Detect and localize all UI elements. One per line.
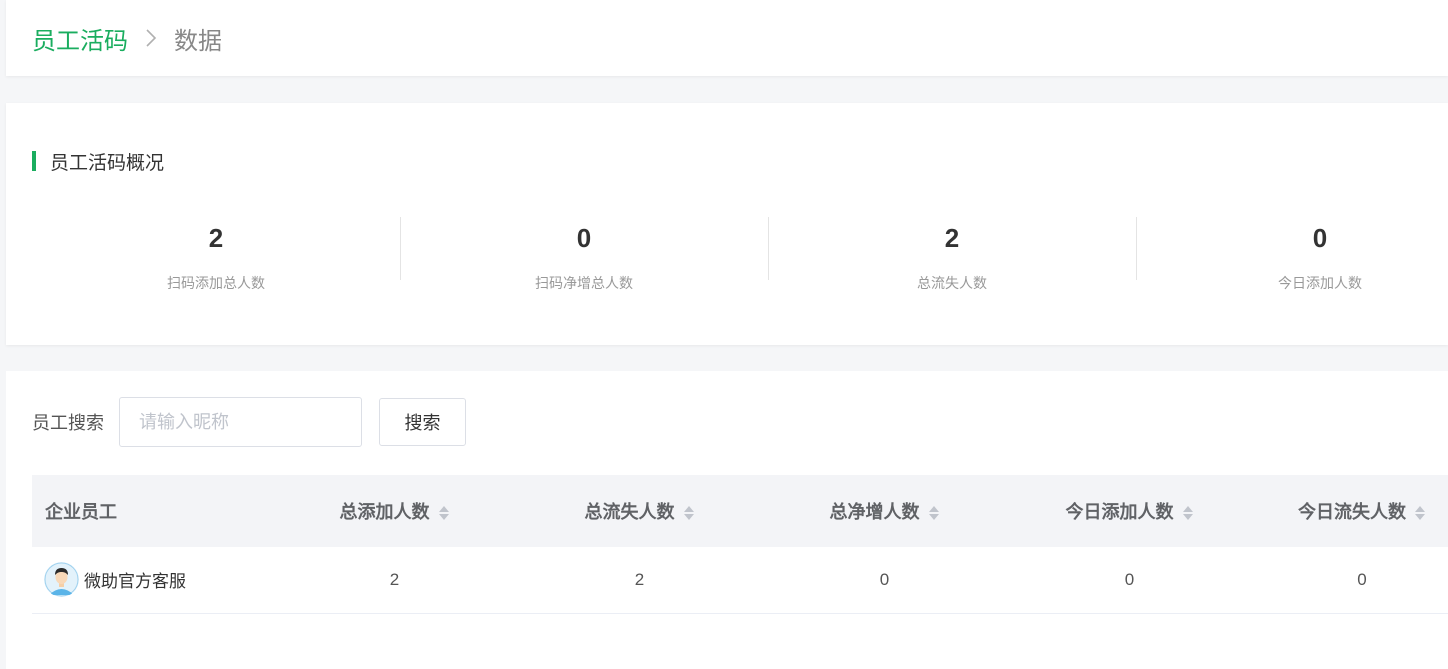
search-row: 员工搜索 搜索 [32, 397, 466, 447]
column-header-total-lost[interactable]: 总流失人数 [517, 475, 762, 547]
column-header-net-add[interactable]: 总净增人数 [762, 475, 1007, 547]
stat-label: 扫码净增总人数 [535, 275, 633, 291]
table-row: 微助官方客服 2 2 0 0 0 [32, 547, 1448, 614]
stat-value: 2 [208, 223, 224, 253]
stat-value: 2 [944, 223, 960, 253]
stat-today-add: 0 今日添加人数 [1136, 217, 1448, 291]
column-header-today-add[interactable]: 今日添加人数 [1007, 475, 1252, 547]
sort-icon[interactable] [1182, 504, 1194, 522]
stat-label: 今日添加人数 [1278, 275, 1362, 291]
stat-total-scan-net: 0 扫码净增总人数 [400, 217, 768, 291]
avatar [44, 562, 79, 598]
employee-table: 企业员工 总添加人数 总流失人数 总净增人数 今日添加人数 今日流失人数 微助官… [32, 475, 1448, 614]
stats-row: 2 扫码添加总人数 0 扫码净增总人数 2 总流失人数 0 今日添加人数 [32, 217, 1448, 291]
stat-total-scan-add: 2 扫码添加总人数 [32, 217, 400, 291]
column-header-total-add[interactable]: 总添加人数 [272, 475, 517, 547]
stat-label: 扫码添加总人数 [167, 275, 265, 291]
cell-net-add: 0 [762, 547, 1007, 614]
search-label: 员工搜索 [32, 413, 104, 433]
employee-cell: 微助官方客服 [32, 547, 272, 614]
overview-panel: 员工活码概况 2 扫码添加总人数 0 扫码净增总人数 2 总流失人数 0 今日添… [6, 103, 1448, 345]
user-info: 微助官方客服 [44, 562, 272, 598]
sort-icon[interactable] [1414, 504, 1426, 522]
cell-today-add: 0 [1007, 547, 1252, 614]
table-header-row: 企业员工 总添加人数 总流失人数 总净增人数 今日添加人数 今日流失人数 [32, 475, 1448, 547]
page-header: 员工活码 数据 [6, 0, 1448, 76]
sort-icon[interactable] [928, 504, 940, 522]
overview-title: 员工活码概况 [32, 151, 164, 174]
stat-label: 总流失人数 [917, 275, 987, 291]
cell-today-lost: 0 [1252, 547, 1448, 614]
stat-total-lost: 2 总流失人数 [768, 217, 1136, 291]
title-accent-bar [32, 151, 36, 171]
column-header-today-lost[interactable]: 今日流失人数 [1252, 475, 1448, 547]
breadcrumb-current: 数据 [174, 27, 222, 55]
column-header-employee: 企业员工 [32, 475, 272, 547]
stat-value: 0 [1312, 223, 1328, 253]
chevron-right-icon [138, 28, 164, 48]
employee-name: 微助官方客服 [84, 572, 186, 592]
stat-value: 0 [576, 223, 592, 253]
sort-icon[interactable] [438, 504, 450, 522]
employee-list-panel: 员工搜索 搜索 企业员工 总添加人数 总流失人数 总净增人数 今日添加人数 今日… [6, 371, 1448, 669]
sort-icon[interactable] [683, 504, 695, 522]
search-button[interactable]: 搜索 [379, 398, 466, 446]
overview-title-text: 员工活码概况 [50, 152, 165, 174]
breadcrumb-parent-link[interactable]: 员工活码 [32, 21, 128, 56]
cell-total-lost: 2 [517, 547, 762, 614]
search-input[interactable] [119, 397, 362, 447]
cell-total-add: 2 [272, 547, 517, 614]
